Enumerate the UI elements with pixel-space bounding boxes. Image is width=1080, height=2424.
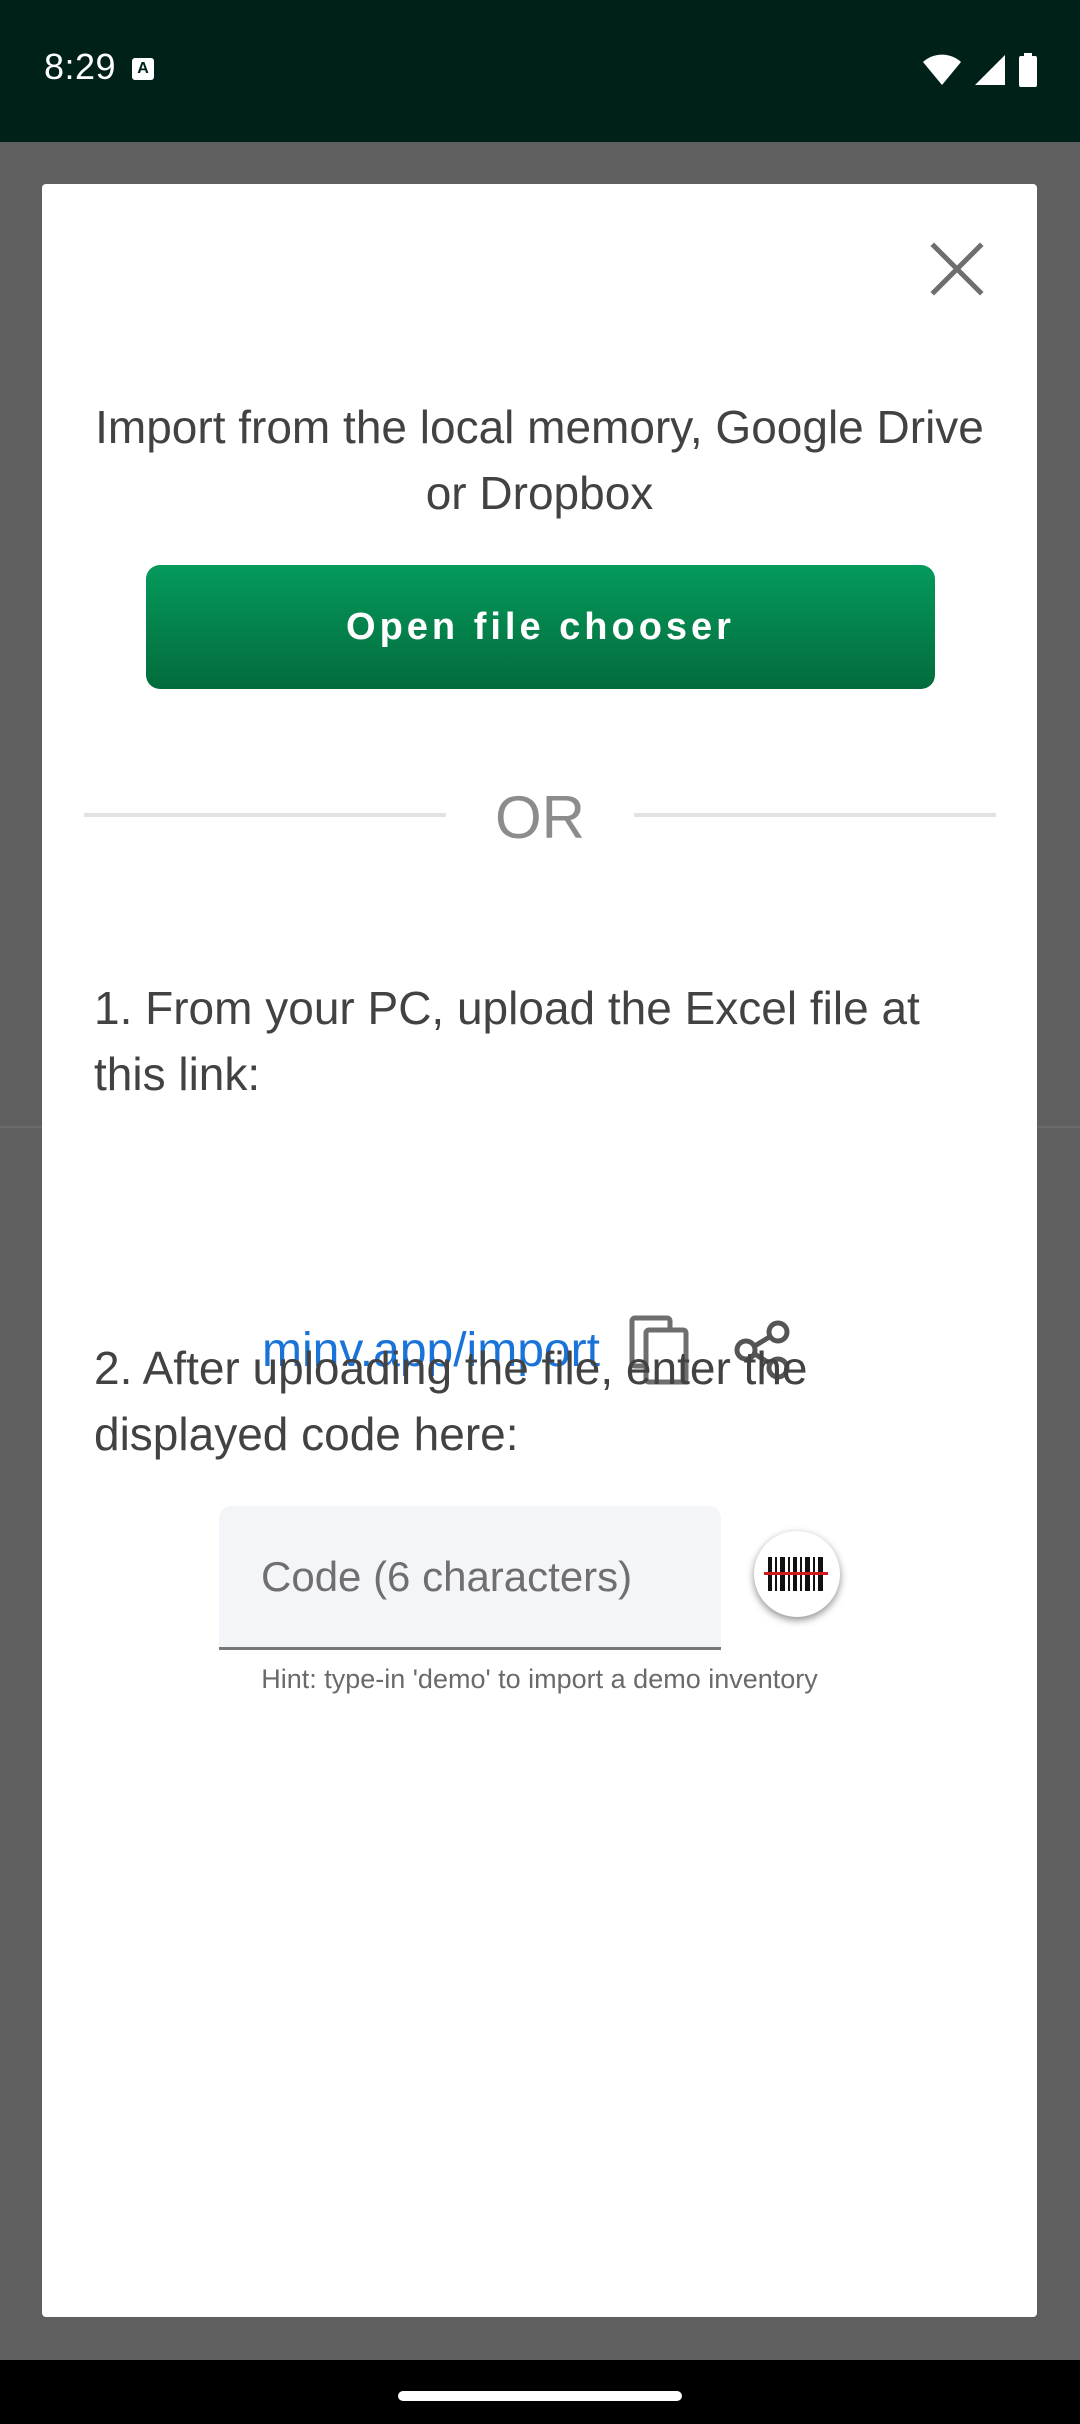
hint-text: Hint: type-in 'demo' to import a demo in… (261, 1664, 818, 1694)
import-dialog: Import from the local memory, Google Dri… (42, 184, 1037, 2317)
notification-icon: A (132, 58, 154, 80)
status-time: 8:29 (44, 46, 117, 87)
code-field (219, 1506, 721, 1650)
navigation-bar (0, 2360, 1080, 2424)
battery-icon (1019, 53, 1037, 87)
status-bar: 8:29 A (0, 0, 1080, 142)
divider-right (634, 813, 996, 817)
status-icons (922, 52, 1038, 88)
divider-left (84, 813, 446, 817)
home-handle[interactable] (398, 2391, 682, 2401)
code-input[interactable] (219, 1506, 721, 1647)
wifi-icon (923, 54, 961, 85)
step2-instruction: 2. After uploading the file, enter the d… (94, 1342, 808, 1460)
barcode-scan-button[interactable] (754, 1531, 840, 1617)
import-title: Import from the local memory, Google Dri… (95, 401, 984, 519)
signal-icon (975, 55, 1005, 85)
or-label: OR (495, 784, 585, 851)
step1-instruction: 1. From your PC, upload the Excel file a… (94, 982, 920, 1100)
close-icon[interactable] (922, 234, 992, 304)
open-file-chooser-button[interactable]: Open file chooser (146, 565, 935, 689)
barcode-icon (764, 1557, 828, 1591)
